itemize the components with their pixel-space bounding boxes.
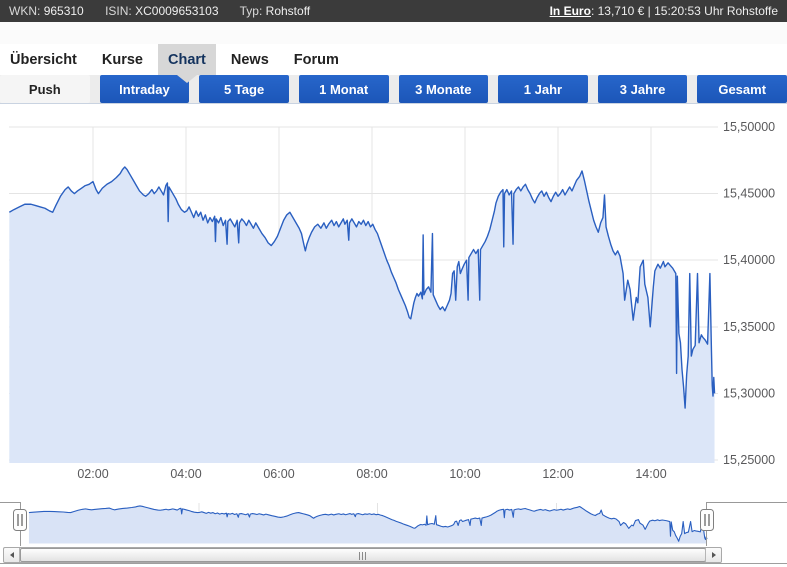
scroll-left-button[interactable] [4, 548, 20, 562]
1-monat-button[interactable]: 1 Monat [299, 75, 389, 103]
typ-pair: Typ: Rohstoff [240, 4, 311, 18]
navigator-right-bracket [707, 503, 787, 547]
x-axis-label: 08:00 [356, 467, 387, 481]
intraday-price-chart[interactable]: 15,50000 15,45000 15,40000 15,35000 15,30000… [0, 104, 787, 494]
intraday-button[interactable]: Intraday [100, 75, 190, 103]
in-euro-link[interactable]: In Euro [550, 4, 591, 18]
wkn-value: 965310 [44, 4, 84, 18]
scrollbar-thumb[interactable] [20, 548, 706, 562]
chart-scrollbar[interactable] [3, 547, 722, 563]
page-bottom-border [0, 563, 787, 564]
price-area-fill [9, 167, 714, 463]
scroll-right-button[interactable] [705, 548, 721, 562]
arrow-right-icon [712, 552, 716, 558]
handle-body [14, 510, 27, 531]
wkn-label: WKN: [9, 4, 40, 18]
1-jahr-button[interactable]: 1 Jahr [498, 75, 588, 103]
colon-separator: : [591, 4, 598, 18]
3-monate-button[interactable]: 3 Monate [399, 75, 489, 103]
isin-value: XC0009653103 [135, 4, 218, 18]
y-axis-label: 15,40000 [723, 253, 775, 267]
top-info-bar: WKN: 965310 ISIN: XC0009653103 Typ: Rohs… [0, 0, 787, 22]
y-axis-label: 15,25000 [723, 453, 775, 467]
tab-forum[interactable]: Forum [284, 44, 349, 75]
tab-kurse[interactable]: Kurse [92, 44, 153, 75]
y-axis-label: 15,45000 [723, 187, 775, 201]
y-axis-label: 15,35000 [723, 320, 775, 334]
navigator-area-fill [29, 506, 707, 544]
arrow-left-icon [10, 552, 14, 558]
x-axis-label: 02:00 [77, 467, 108, 481]
x-axis-label: 06:00 [263, 467, 294, 481]
typ-label: Typ: [240, 4, 263, 18]
x-axis-label: 04:00 [170, 467, 201, 481]
push-button[interactable]: Push [0, 75, 90, 103]
spacer-strip [0, 22, 787, 44]
navigator-left-handle[interactable] [14, 510, 27, 531]
handle-body [701, 510, 714, 531]
main-nav-tabs: Übersicht Kurse Chart News Forum [0, 44, 787, 75]
wkn-pair: WKN: 965310 [9, 4, 84, 18]
3-jahre-button[interactable]: 3 Jahre [598, 75, 688, 103]
quote-summary: In Euro: 13,710 € | 15:20:53 Uhr Rohstof… [550, 4, 778, 18]
gesamt-button[interactable]: Gesamt [697, 75, 787, 103]
typ-value: Rohstoff [266, 4, 310, 18]
y-axis-label: 15,50000 [723, 120, 775, 134]
quote-time: 15:20:53 Uhr Rohstoffe [654, 4, 778, 18]
grip-lines-icon [359, 552, 367, 560]
chart-period-buttons: Push Intraday 5 Tage 1 Monat 3 Monate 1 … [0, 75, 787, 103]
chart-navigator[interactable]: 04:0008:0012:00 [0, 500, 787, 547]
instrument-identifiers: WKN: 965310 ISIN: XC0009653103 Typ: Rohs… [9, 4, 328, 18]
tab-uebersicht[interactable]: Übersicht [0, 44, 87, 75]
navigator-right-handle[interactable] [701, 510, 714, 531]
y-axis-label: 15,30000 [723, 386, 775, 400]
active-tab-notch-icon [177, 75, 197, 83]
x-axis-label: 12:00 [542, 467, 573, 481]
x-axis-label: 14:00 [635, 467, 666, 481]
x-axis-label: 10:00 [449, 467, 480, 481]
pipe-separator: | [644, 4, 654, 18]
5-tage-button[interactable]: 5 Tage [199, 75, 289, 103]
tab-chart[interactable]: Chart [158, 44, 216, 75]
tab-news[interactable]: News [221, 44, 279, 75]
price-value: 13,710 € [598, 4, 645, 18]
isin-pair: ISIN: XC0009653103 [105, 4, 218, 18]
isin-label: ISIN: [105, 4, 132, 18]
